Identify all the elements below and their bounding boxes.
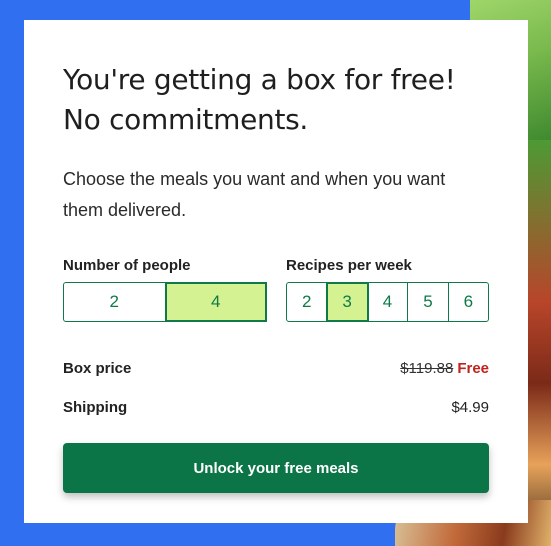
offer-card: You're getting a box for free! No commit… — [24, 20, 528, 523]
box-price-row: Box price $119.88 Free — [63, 357, 489, 379]
recipes-selector: Recipes per week 2 3 4 5 6 — [286, 256, 489, 322]
plan-selectors: Number of people 2 4 Recipes per week 2 … — [63, 256, 489, 326]
shipping-row: Shipping $4.99 — [63, 396, 489, 418]
subtext: Choose the meals you want and when you w… — [63, 169, 446, 220]
box-price-value: $119.88 Free — [400, 360, 489, 377]
people-option-4[interactable]: 4 — [164, 282, 267, 322]
recipes-option-4[interactable]: 4 — [368, 283, 409, 321]
box-price-label: Box price — [63, 359, 132, 377]
recipes-label: Recipes per week — [286, 257, 412, 274]
headline: You're getting a box for free! No commit… — [63, 63, 456, 136]
shipping-value: $4.99 — [451, 398, 489, 416]
recipes-options: 2 3 4 5 6 — [286, 282, 489, 322]
recipes-option-5[interactable]: 5 — [408, 283, 449, 321]
recipes-option-3[interactable]: 3 — [326, 282, 369, 322]
free-badge: Free — [457, 359, 489, 377]
recipes-option-6[interactable]: 6 — [449, 283, 488, 321]
unlock-free-meals-button[interactable]: Unlock your free meals — [63, 443, 489, 493]
recipes-option-2[interactable]: 2 — [287, 283, 328, 321]
original-price: $119.88 — [400, 359, 454, 377]
people-label: Number of people — [63, 257, 191, 274]
people-selector: Number of people 2 4 — [63, 256, 267, 322]
shipping-label: Shipping — [63, 398, 128, 416]
people-option-2[interactable]: 2 — [64, 283, 166, 321]
people-options: 2 4 — [63, 282, 267, 322]
